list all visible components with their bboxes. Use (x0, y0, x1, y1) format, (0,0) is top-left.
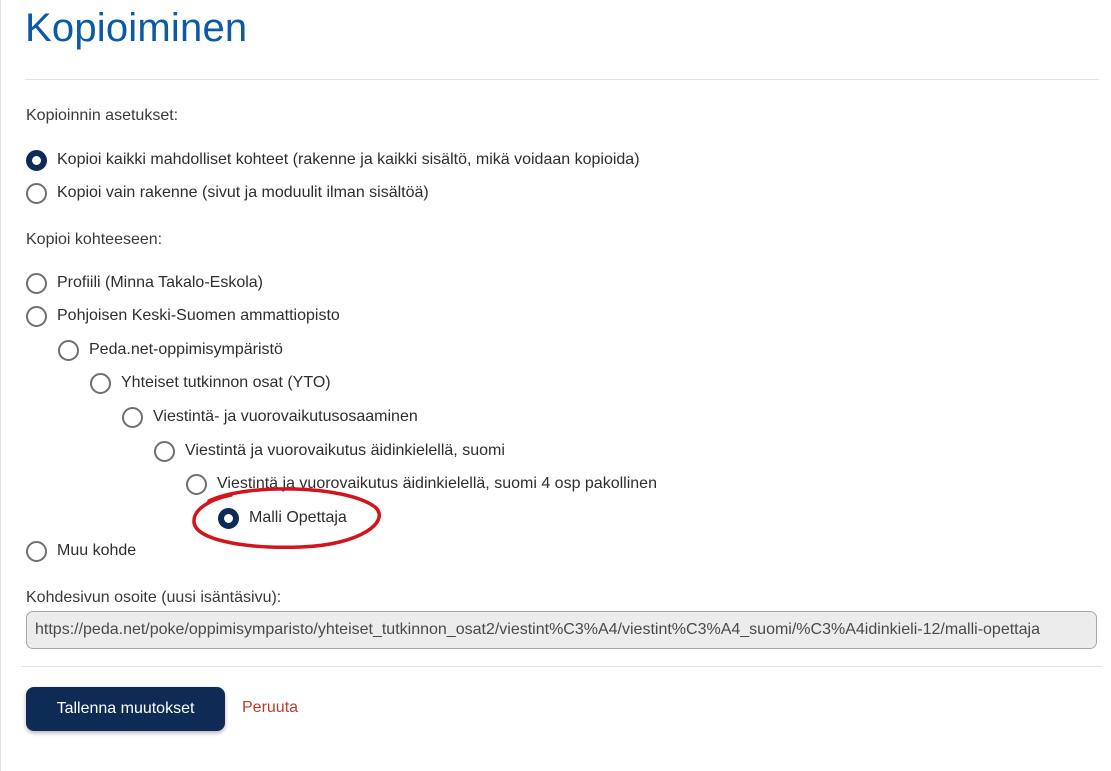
copy-all-option[interactable]: Kopioi kaikki mahdolliset kohteet (raken… (26, 147, 640, 173)
target-option-label: Yhteiset tutkinnon osat (YTO) (121, 374, 331, 391)
annotation-ellipse (192, 487, 381, 550)
radio-button[interactable] (26, 540, 47, 562)
radio-button[interactable] (26, 182, 47, 204)
copy-all-label: Kopioi kaikki mahdolliset kohteet (raken… (57, 151, 640, 168)
cancel-link[interactable]: Peruuta (242, 699, 298, 717)
target-option-label: Profiili (Minna Takalo-Eskola) (57, 274, 263, 291)
target-option-label: Muu kohde (57, 542, 137, 559)
target-option-learning-environment[interactable]: Peda.net-oppimisympäristö (58, 337, 283, 363)
target-option-mother-tongue[interactable]: Viestintä ja vuorovaikutus äidinkielellä… (154, 438, 505, 464)
radio-button[interactable] (58, 339, 79, 361)
target-option-label: Viestintä- ja vuorovaikutusosaaminen (153, 408, 418, 425)
radio-button[interactable] (122, 406, 143, 428)
radio-button-checked[interactable] (26, 149, 47, 171)
target-option-profile[interactable]: Profiili (Minna Takalo-Eskola) (26, 270, 263, 296)
page-title: Kopioiminen (25, 6, 248, 50)
title-divider (25, 79, 1099, 80)
target-option-yto[interactable]: Yhteiset tutkinnon osat (YTO) (90, 370, 331, 396)
form-divider (21, 666, 1102, 667)
copy-settings-label: Kopioinnin asetukset: (26, 107, 179, 124)
target-option-communication[interactable]: Viestintä- ja vuorovaikutusosaaminen (122, 404, 418, 430)
radio-button[interactable] (154, 440, 175, 462)
radio-button[interactable] (26, 305, 47, 327)
radio-button[interactable] (90, 372, 111, 394)
target-option-other[interactable]: Muu kohde (26, 538, 136, 564)
save-button[interactable]: Tallenna muutokset (26, 687, 225, 731)
target-url-field[interactable]: https://peda.net/poke/oppimisymparisto/y… (26, 611, 1097, 649)
target-option-label: Pohjoisen Keski-Suomen ammattiopisto (57, 307, 340, 324)
copy-page: Kopioiminen Kopioinnin asetukset: Kopioi… (0, 0, 1111, 771)
target-option-organization[interactable]: Pohjoisen Keski-Suomen ammattiopisto (26, 303, 340, 329)
radio-button[interactable] (26, 272, 47, 294)
target-option-label: Peda.net-oppimisympäristö (89, 341, 283, 358)
copy-structure-label: Kopioi vain rakenne (sivut ja moduulit i… (57, 184, 429, 201)
target-url-label: Kohdesivun osoite (uusi isäntäsivu): (26, 589, 282, 606)
copy-structure-option[interactable]: Kopioi vain rakenne (sivut ja moduulit i… (26, 180, 429, 206)
target-label: Kopioi kohteeseen: (26, 231, 163, 248)
target-option-label: Viestintä ja vuorovaikutus äidinkielellä… (185, 442, 505, 459)
